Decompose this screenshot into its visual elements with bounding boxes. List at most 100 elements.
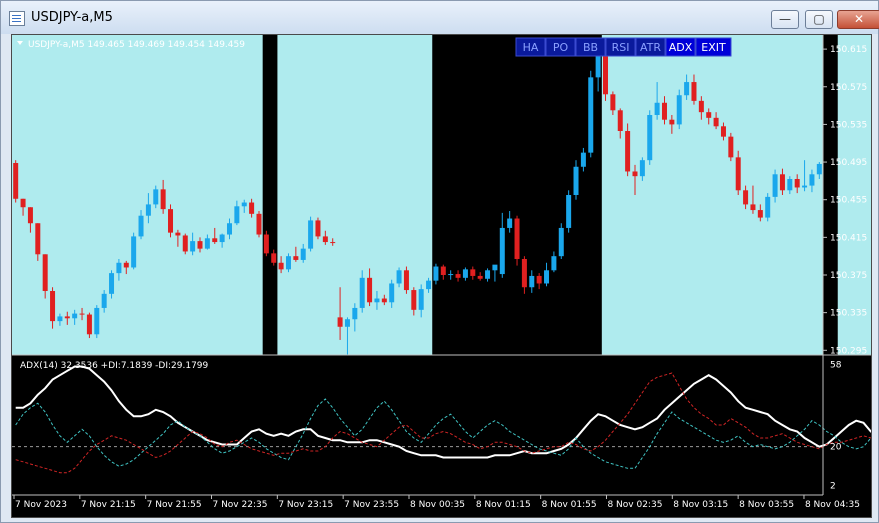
indicator-tick-label: 2 [830, 482, 836, 492]
time-tick-label: 8 Nov 02:35 [607, 500, 662, 510]
candle-body [278, 262, 284, 270]
candle-body [359, 277, 365, 308]
candle-body [308, 220, 314, 249]
candle-body [131, 236, 137, 268]
candle-body [728, 136, 734, 158]
toolbar-button-label: PO [553, 41, 569, 54]
candle-body [566, 195, 572, 228]
candle-body [123, 262, 129, 268]
candle-body [101, 293, 107, 308]
candle-body [639, 160, 645, 177]
toolbar-button-exit[interactable]: EXIT [695, 37, 732, 57]
candle-body [72, 313, 78, 319]
indicator-axis: 58 20 2 [830, 360, 842, 491]
toolbar-button-atr[interactable]: ATR [635, 37, 666, 57]
candle-body [477, 275, 483, 279]
time-tick-label: 8 Nov 01:55 [542, 500, 597, 510]
toolbar-button-ha[interactable]: HA [515, 37, 546, 57]
candle-body [403, 270, 409, 291]
candle-body [632, 171, 638, 177]
price-header-text: USDJPY-a,M5 149.465 149.469 149.454 149.… [28, 40, 245, 50]
candle-body [507, 218, 513, 228]
candle-body [470, 269, 476, 276]
session-shading [12, 35, 879, 355]
time-tick-label: 7 Nov 23:55 [344, 500, 399, 510]
toolbar-button-label: BB [583, 41, 598, 54]
price-tick-label: 150.575 [830, 83, 867, 93]
indicator-toolbar: HA PO BB RSI ATR ADX EXIT [515, 37, 732, 57]
candle-body [109, 273, 115, 294]
candle-body [35, 223, 41, 255]
time-tick-label: 7 Nov 23:15 [278, 500, 333, 510]
candle-body [536, 275, 542, 284]
candle-body [50, 291, 56, 322]
time-tick-label: 8 Nov 00:35 [410, 500, 465, 510]
toolbar-button-label: HA [523, 41, 539, 54]
toolbar-button-adx[interactable]: ADX [665, 37, 696, 57]
candle-body [720, 126, 726, 137]
candle-body [750, 204, 756, 211]
candle-body [190, 241, 196, 252]
candle-body [411, 290, 417, 310]
candle-body [344, 319, 350, 327]
chart-area[interactable]: USDJPY-a,M5 149.465 149.469 149.454 149.… [11, 34, 879, 518]
price-axis: 150.615 150.575 150.535 150.495 150.455 150.4… [823, 45, 867, 356]
time-axis: 7 Nov 2023 7 Nov 21:15 7 Nov 21:55 7 Nov 22… [13, 495, 860, 510]
candle-body [440, 266, 446, 275]
candle-body [20, 198, 26, 208]
candle-body [197, 241, 203, 249]
candle-body [168, 209, 174, 233]
time-tick-label: 7 Nov 22:35 [212, 500, 267, 510]
candle-body [757, 210, 763, 218]
maximize-button[interactable]: ▢ [805, 10, 833, 29]
candle-body [153, 189, 159, 205]
candle-body [514, 218, 520, 259]
chart-canvas[interactable]: USDJPY-a,M5 149.465 149.469 149.454 149.… [12, 35, 879, 517]
title-bar[interactable]: USDJPY-a,M5 — ▢ ✕ [1, 1, 879, 34]
indicator-tick-label: 20 [830, 443, 842, 453]
candle-body [462, 269, 468, 278]
toolbar-button-bb[interactable]: BB [575, 37, 606, 57]
price-tick-label: 150.615 [830, 45, 867, 55]
time-tick-label: 7 Nov 2023 [15, 500, 67, 510]
candle-body [625, 131, 631, 172]
candle-body [219, 234, 225, 243]
price-tick-label: 150.535 [830, 120, 867, 130]
candle-body [698, 100, 704, 113]
candle-body [86, 314, 92, 335]
candle-body [654, 102, 660, 115]
toolbar-button-label: EXIT [701, 41, 726, 54]
candle-body [271, 253, 277, 263]
candle-body [809, 174, 815, 186]
candle-body [263, 234, 269, 254]
candle-body [175, 232, 181, 236]
candle-body [603, 51, 609, 95]
close-button[interactable]: ✕ [837, 10, 879, 29]
time-tick-label: 7 Nov 21:15 [81, 500, 136, 510]
price-tick-label: 150.495 [830, 158, 867, 168]
candle-body [138, 215, 144, 237]
minimize-button[interactable]: — [771, 10, 799, 29]
candle-body [647, 115, 653, 161]
time-tick-label: 8 Nov 01:15 [476, 500, 531, 510]
candle-body [802, 185, 808, 188]
candle-body [610, 94, 616, 111]
candle-body [691, 82, 697, 101]
candle-body [816, 163, 822, 175]
chart-window-icon [9, 11, 25, 26]
candle-body [293, 256, 299, 260]
candle-body [455, 274, 461, 278]
candle-body [573, 166, 579, 195]
candle-body [352, 307, 358, 320]
toolbar-button-rsi[interactable]: RSI [605, 37, 636, 57]
candle-body [418, 289, 424, 310]
candle-body [234, 206, 240, 224]
candle-body [765, 196, 771, 218]
candle-body [64, 316, 70, 319]
adx-header-text: ADX(14) 32.3536 +DI:7.1839 -DI:29.1799 [20, 361, 209, 371]
candle-body [396, 270, 402, 284]
candle-body [779, 174, 785, 191]
candle-body [389, 283, 395, 303]
toolbar-button-po[interactable]: PO [545, 37, 576, 57]
chart-window: USDJPY-a,M5 — ▢ ✕ USDJPY-a,M5 149.465 14… [0, 0, 879, 523]
